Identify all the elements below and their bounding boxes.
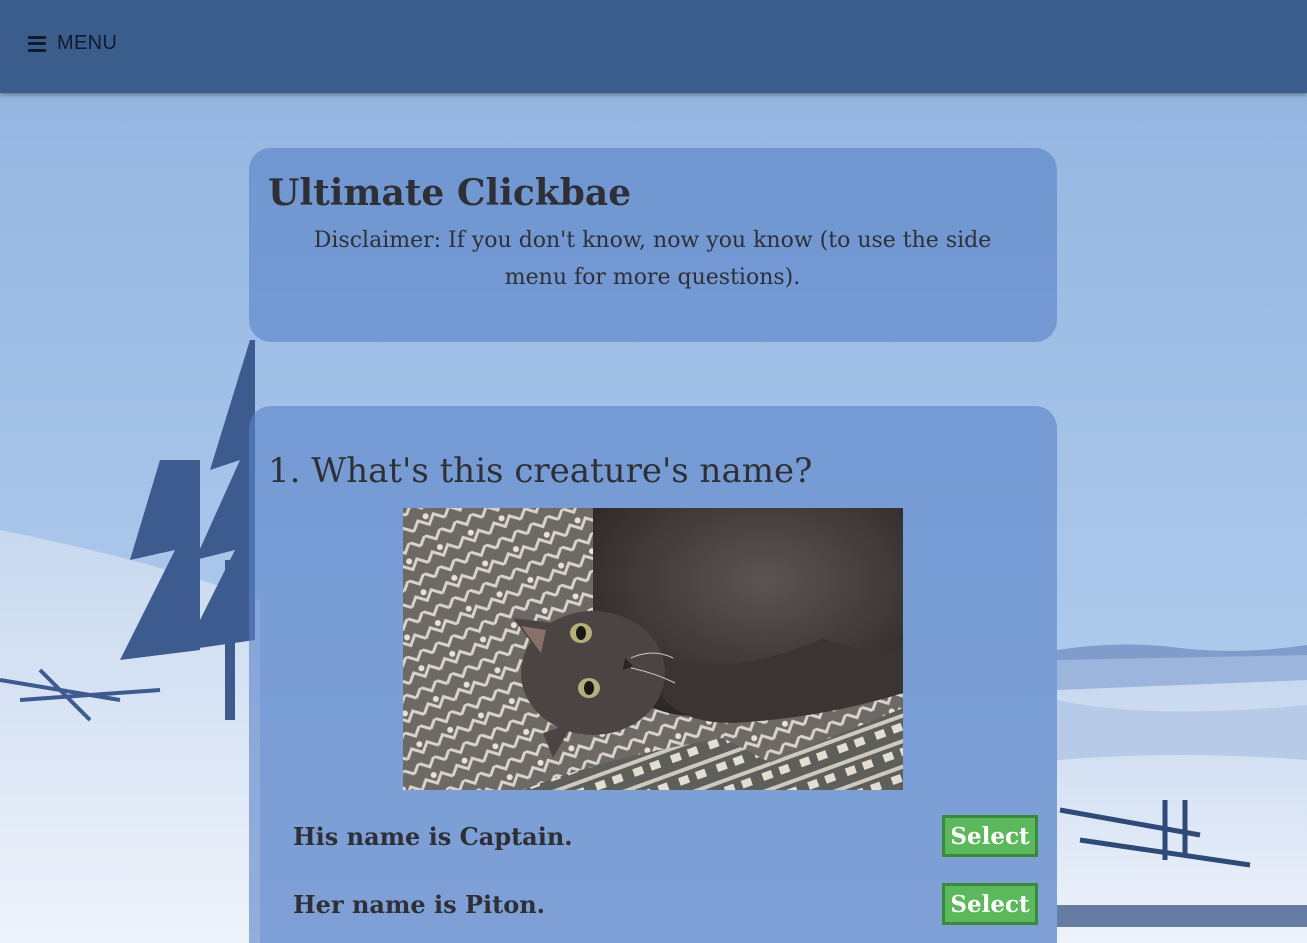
hamburger-icon [28, 35, 46, 52]
page-title: Ultimate Clickbae [268, 172, 632, 214]
cat-photo [403, 508, 903, 790]
menu-label: MENU [57, 32, 118, 54]
disclaimer-text: Disclaimer: If you don't know, now you k… [313, 227, 992, 290]
answer-option: Her name is Piton. Select [293, 883, 1038, 925]
question-title: 1. What's this creature's name? [268, 451, 813, 491]
answer-option: His name is Captain. Select [293, 815, 1038, 857]
answer-text: Her name is Piton. [293, 889, 546, 919]
question-card: 1. What's this creature's name? His name… [249, 406, 1057, 943]
header-card: Ultimate Clickbae Disclaimer: If you don… [249, 148, 1057, 342]
select-button[interactable]: Select [942, 883, 1038, 925]
answer-text: His name is Captain. [293, 821, 573, 851]
top-nav-bar: MENU [0, 0, 1307, 93]
select-button[interactable]: Select [942, 815, 1038, 857]
menu-button[interactable]: MENU [28, 32, 117, 55]
